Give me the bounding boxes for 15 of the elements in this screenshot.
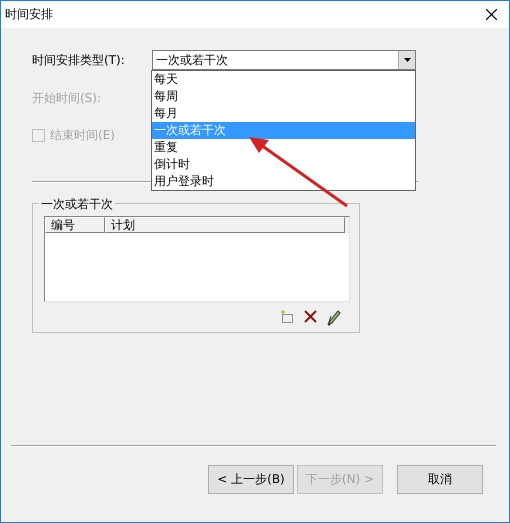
edit-pencil-icon[interactable] <box>327 310 341 326</box>
group-title: 一次或若干次 <box>39 196 115 213</box>
schedule-type-dropdown[interactable]: 一次或若干次 <box>152 50 416 70</box>
column-header[interactable]: 编号 <box>45 217 105 233</box>
delete-icon[interactable] <box>304 310 317 323</box>
column-header[interactable]: 计划 <box>105 217 345 233</box>
caret-icon <box>404 58 410 62</box>
new-item-icon[interactable] <box>280 310 294 324</box>
field-label: 时间安排类型(T): <box>32 52 126 68</box>
close-icon[interactable] <box>486 9 497 20</box>
wizard-button[interactable]: 取消 <box>397 465 483 494</box>
checkbox-label: 结束时间(E) <box>50 126 115 144</box>
wizard-button[interactable]: < 上一步(B) <box>208 465 294 494</box>
window-title: 时间安排 <box>5 6 53 23</box>
field-label: 开始时间(S): <box>32 90 102 106</box>
